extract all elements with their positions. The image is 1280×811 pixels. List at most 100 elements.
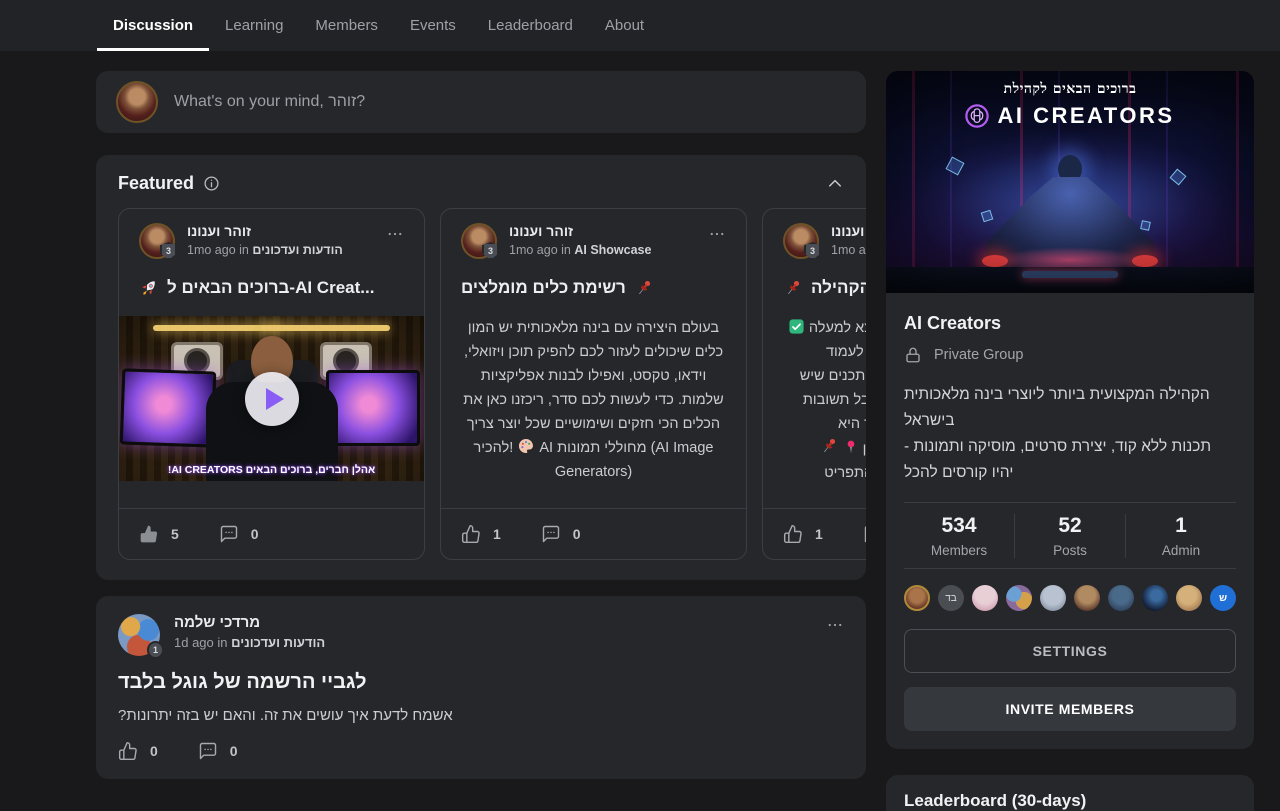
member-avatar[interactable] [904, 585, 930, 611]
palette-icon [517, 437, 535, 455]
member-avatar[interactable]: בד [938, 585, 964, 611]
check-icon [788, 318, 805, 335]
post-title[interactable]: לגביי הרשמה של גוגל בלבד [118, 671, 844, 694]
author-name[interactable]: מרדכי שלמה [174, 614, 812, 631]
post-title-text: ברוכים הבאים ל-AI Creat... [167, 278, 374, 298]
group-banner-image: ברוכים הבאים לקהילת AI CREATORS [886, 71, 1254, 293]
post-title[interactable]: איך עובדת הקהילה [763, 278, 866, 298]
banner-desk-glow [995, 247, 1145, 273]
group-details: AI Creators Private Group הקהילה המקצועי… [886, 293, 1254, 749]
member-avatar[interactable] [1176, 585, 1202, 611]
floating-cube [1140, 220, 1151, 231]
thumbs-up-icon[interactable] [783, 524, 803, 544]
post-time: 1mo ago in [187, 243, 249, 257]
like-control[interactable]: 1 [461, 524, 501, 544]
post-time: 1d ago in [174, 635, 228, 650]
body-lines: כדי לראות הכל, היכנסו לעמוד הקטגוריות ות… [781, 340, 866, 436]
stat-members[interactable]: 534 Members [904, 514, 1014, 558]
thumbs-up-icon[interactable] [461, 524, 481, 544]
member-avatar[interactable] [1142, 585, 1168, 611]
video-thumbnail[interactable]: אהלן חברים, ברוכים הבאים AI CREATORS! [119, 316, 424, 481]
member-avatar[interactable] [1006, 585, 1032, 611]
comment-icon[interactable] [541, 524, 561, 544]
tab-leaderboard[interactable]: Leaderboard [472, 0, 589, 51]
member-avatar[interactable] [972, 585, 998, 611]
pushpin-icon [819, 436, 839, 456]
author-avatar[interactable]: 1 [118, 614, 160, 656]
stat-label: Admin [1126, 543, 1236, 558]
author-block: זוהר וענונו 1mo ago in AI Showcase [509, 223, 696, 257]
comment-icon[interactable] [863, 524, 866, 544]
kebab-menu-icon[interactable] [386, 225, 404, 243]
tab-members[interactable]: Members [299, 0, 394, 51]
member-avatar[interactable] [1074, 585, 1100, 611]
invite-members-button[interactable]: INVITE MEMBERS [904, 687, 1236, 731]
chevron-up-icon[interactable] [826, 175, 844, 193]
leaderboard-card: Leaderboard (30-days) [886, 775, 1254, 811]
featured-card-tools[interactable]: 3 זוהר וענונו 1mo ago in AI Showcase [440, 208, 747, 560]
author-name[interactable]: זוהר וענונו [187, 223, 374, 239]
author-avatar[interactable]: 3 [783, 223, 819, 259]
stat-posts[interactable]: 52 Posts [1014, 514, 1125, 558]
main-column: What's on your mind, זוהר? Featured 3 ז [96, 51, 866, 811]
featured-header: Featured [96, 173, 866, 194]
member-avatar[interactable]: ש [1210, 585, 1236, 611]
featured-card-header: 3 זוהר וענונו 1mo ago in הודעות ועדכונים [763, 223, 866, 259]
post-space-link[interactable]: הודעות ועדכונים [231, 635, 325, 650]
stat-value: 534 [904, 514, 1014, 538]
tab-events[interactable]: Events [394, 0, 472, 51]
body-text: בעולם היצירה עם בינה מלאכותית יש המון כל… [463, 320, 723, 456]
kebab-menu-icon[interactable] [708, 225, 726, 243]
member-avatar[interactable] [1108, 585, 1134, 611]
featured-card-community-guide[interactable]: 3 זוהר וענונו 1mo ago in הודעות ועדכונים [762, 208, 866, 560]
post-title[interactable]: ברוכים הבאים ל-AI Creat... [119, 278, 424, 298]
featured-card-header: 3 זוהר וענונו 1mo ago in AI Showcase [441, 223, 746, 259]
info-icon[interactable] [203, 175, 220, 192]
post-space-link[interactable]: AI Showcase [574, 243, 651, 257]
author-name[interactable]: זוהר וענונו [509, 223, 696, 239]
comment-count: 0 [573, 526, 581, 542]
comment-icon[interactable] [198, 741, 218, 761]
banner-figure-head [1058, 155, 1082, 183]
post-header: 1 מרדכי שלמה 1d ago in הודעות ועדכונים [118, 614, 844, 656]
like-control[interactable]: 1 [783, 524, 823, 544]
comment-control[interactable]: 0 [541, 524, 581, 544]
kebab-menu-icon[interactable] [826, 616, 844, 634]
comment-icon[interactable] [219, 524, 239, 544]
like-control[interactable]: 0 [118, 741, 158, 761]
tab-discussion[interactable]: Discussion [97, 0, 209, 51]
video-caption: אהלן חברים, ברוכים הבאים AI CREATORS! [168, 464, 375, 476]
group-info-card: ברוכים הבאים לקהילת AI CREATORS AI Creat… [886, 71, 1254, 749]
current-user-avatar [116, 81, 158, 123]
settings-button[interactable]: SETTINGS [904, 629, 1236, 673]
like-count: 0 [150, 743, 158, 759]
stat-admins[interactable]: 1 Admin [1125, 514, 1236, 558]
post-composer[interactable]: What's on your mind, זוהר? [96, 71, 866, 133]
post-space-link[interactable]: הודעות ועדכונים [252, 243, 342, 257]
group-sidebar: ברוכים הבאים לקהילת AI CREATORS AI Creat… [886, 51, 1254, 811]
author-avatar[interactable]: 3 [461, 223, 497, 259]
group-privacy: Private Group [904, 346, 1236, 364]
banner-desk [886, 267, 1254, 293]
feed-post[interactable]: 1 מרדכי שלמה 1d ago in הודעות ועדכונים ל… [96, 596, 866, 779]
comment-control[interactable]: 0 [863, 524, 866, 544]
post-meta: 1d ago in הודעות ועדכונים [174, 635, 812, 650]
post-time: 1mo ago in [509, 243, 571, 257]
author-avatar[interactable]: 3 [139, 223, 175, 259]
like-control[interactable]: 5 [139, 524, 179, 544]
tab-learning[interactable]: Learning [209, 0, 299, 51]
member-avatars-row: בד ש [904, 585, 1236, 611]
thumbs-up-icon[interactable] [139, 524, 159, 544]
tab-about[interactable]: About [589, 0, 660, 51]
thumbs-up-icon[interactable] [118, 741, 138, 761]
member-avatar[interactable] [1040, 585, 1066, 611]
author-name[interactable]: זוהר וענונו [831, 223, 866, 239]
featured-card-welcome[interactable]: 3 זוהר וענונו 1mo ago in הודעות ועדכונים [118, 208, 425, 560]
stat-label: Posts [1015, 543, 1125, 558]
like-count: 1 [493, 526, 501, 542]
comment-control[interactable]: 0 [198, 741, 238, 761]
comment-control[interactable]: 0 [219, 524, 259, 544]
post-title[interactable]: רשימת כלים מומלצים [441, 278, 746, 298]
play-button-icon[interactable] [245, 372, 299, 426]
body-line: רק הצטרפתם? כל החדש נמצא למעלה [781, 316, 866, 340]
